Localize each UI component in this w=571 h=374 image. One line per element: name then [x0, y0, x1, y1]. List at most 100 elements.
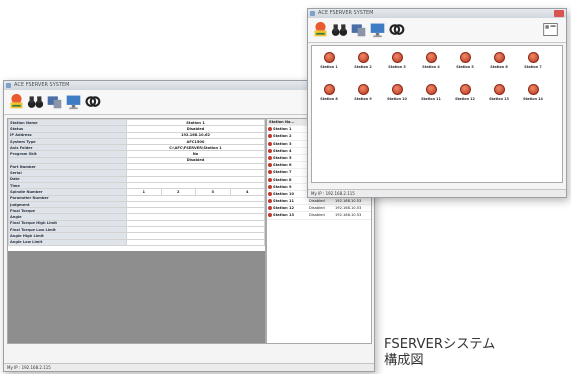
- monitor-icon[interactable]: [369, 21, 386, 38]
- station-name: Station 5: [273, 155, 292, 160]
- station-status-icon: [268, 155, 272, 160]
- view-toggle-icon[interactable]: [542, 21, 559, 38]
- station-name: Station 4: [273, 148, 292, 153]
- station-icon: [425, 84, 437, 95]
- station-tile[interactable]: Station 10: [386, 84, 408, 108]
- station-tile-label: Station 3: [388, 65, 406, 69]
- connect-icon[interactable]: [312, 21, 329, 38]
- empty-content-area: [8, 251, 265, 343]
- front-window-title: ACE FSERVER SYSTEM: [318, 10, 374, 16]
- station-status-icon: [268, 184, 272, 189]
- station-status-icon: [268, 191, 272, 196]
- station-status-icon: [268, 177, 272, 182]
- station-tile[interactable]: Station 2: [352, 52, 374, 76]
- station-tile[interactable]: Station 8: [318, 84, 340, 108]
- station-status-icon: [268, 163, 272, 168]
- station-status-icon: [268, 206, 272, 211]
- caption-line-1: FSERVERシステム: [384, 337, 496, 352]
- station-name: Station 11: [273, 199, 294, 204]
- station-icon: [425, 52, 437, 63]
- station-tile-label: Station 1: [320, 65, 338, 69]
- my-ip-text: My IP : 192.168.2.115: [311, 191, 355, 196]
- front-statusbar: My IP : 192.168.2.115: [308, 189, 566, 197]
- station-icon: [493, 52, 505, 63]
- station-icon: [493, 84, 505, 95]
- station-status: Disabled: [309, 206, 325, 211]
- station-icon: [527, 52, 539, 63]
- station-status: Disabled: [309, 199, 325, 204]
- station-tile[interactable]: Station 4: [420, 52, 442, 76]
- station-icon: [527, 84, 539, 95]
- station-tile-label: Station 9: [354, 97, 372, 101]
- station-tile-label: Station 4: [422, 65, 440, 69]
- station-icon: [391, 52, 403, 63]
- station-icon[interactable]: [350, 21, 367, 38]
- station-tile-label: Station 13: [489, 97, 509, 101]
- station-icon: [357, 84, 369, 95]
- station-tile[interactable]: Station 5: [454, 52, 476, 76]
- station-icon: [323, 84, 335, 95]
- caption-line-2: 構成図: [384, 353, 424, 368]
- station-list-item[interactable]: Station 11 Disabled 192.168.10.53: [267, 198, 371, 206]
- front-toolbar: [308, 18, 566, 43]
- station-tile[interactable]: Station 11: [420, 84, 442, 108]
- station-status-icon: [268, 170, 272, 175]
- station-tile-label: Station 12: [455, 97, 475, 101]
- station-name: Station 6: [273, 163, 292, 168]
- search-icon[interactable]: [388, 21, 405, 38]
- connect-icon[interactable]: [8, 93, 25, 110]
- back-window-title: ACE FSERVER SYSTEM: [14, 82, 70, 88]
- properties-pane: Station Name Station 1 Status Disabled IP Ad…: [7, 118, 266, 344]
- station-tile[interactable]: Station 13: [488, 84, 510, 108]
- station-name: Station 3: [273, 141, 292, 146]
- station-tile-label: Station 14: [523, 97, 543, 101]
- station-tile-label: Station 6: [490, 65, 508, 69]
- station-icon: [357, 52, 369, 63]
- station-status-icon: [268, 141, 272, 146]
- station-tile-label: Station 11: [421, 97, 441, 101]
- binoculars-icon[interactable]: [27, 93, 44, 110]
- station-tile-label: Station 8: [320, 97, 338, 101]
- station-status-icon: [268, 213, 272, 218]
- station-status-icon: [268, 127, 272, 132]
- table-row: Angle Low Limit: [8, 238, 265, 246]
- figure-caption: FSERVERシステム 構成図: [384, 337, 495, 369]
- station-status-icon: [268, 134, 272, 139]
- station-icon: [391, 84, 403, 95]
- front-window: ACE FSERVER SYSTEM Station 1 Station 2 Sta…: [307, 8, 567, 198]
- station-tile[interactable]: Station 3: [386, 52, 408, 76]
- station-icon: [323, 52, 335, 63]
- station-icon[interactable]: [46, 93, 63, 110]
- station-grid-pane: Station 1 Station 2 Station 3 Station 4 Stat…: [311, 45, 563, 183]
- station-name: Station 8: [273, 177, 292, 182]
- my-ip-text: My IP : 192.168.2.115: [7, 365, 51, 370]
- station-status: Disabled: [309, 213, 325, 218]
- property-label: Angle Low Limit: [8, 238, 127, 246]
- station-list-item[interactable]: Station 12 Disabled 192.168.10.53: [267, 205, 371, 213]
- station-tile[interactable]: Station 1: [318, 52, 340, 76]
- station-tile[interactable]: Station 9: [352, 84, 374, 108]
- close-button[interactable]: [554, 10, 564, 17]
- station-ip: 192.168.10.53: [335, 213, 362, 218]
- station-icon: [459, 52, 471, 63]
- station-icon: [459, 84, 471, 95]
- front-window-titlebar[interactable]: ACE FSERVER SYSTEM: [308, 9, 566, 18]
- station-tile[interactable]: Station 6: [488, 52, 510, 76]
- station-tile-label: Station 7: [524, 65, 542, 69]
- station-name: Station 13: [273, 213, 294, 218]
- station-ip: 192.168.10.53: [335, 206, 362, 211]
- app-icon: [310, 11, 315, 16]
- monitor-icon[interactable]: [65, 93, 82, 110]
- station-tile[interactable]: Station 7: [522, 52, 544, 76]
- station-tile[interactable]: Station 12: [454, 84, 476, 108]
- station-list-item[interactable]: Station 13 Disabled 192.168.10.53: [267, 212, 371, 220]
- station-tile[interactable]: Station 14: [522, 84, 544, 108]
- station-tile-label: Station 5: [456, 65, 474, 69]
- search-icon[interactable]: [84, 93, 101, 110]
- binoculars-icon[interactable]: [331, 21, 348, 38]
- back-statusbar: My IP : 192.168.2.115: [4, 363, 374, 371]
- station-tile-label: Station 10: [387, 97, 407, 101]
- property-value: [126, 238, 265, 246]
- station-name: Station 12: [273, 206, 294, 211]
- properties-table: Station Name Station 1 Status Disabled IP Ad…: [8, 119, 265, 246]
